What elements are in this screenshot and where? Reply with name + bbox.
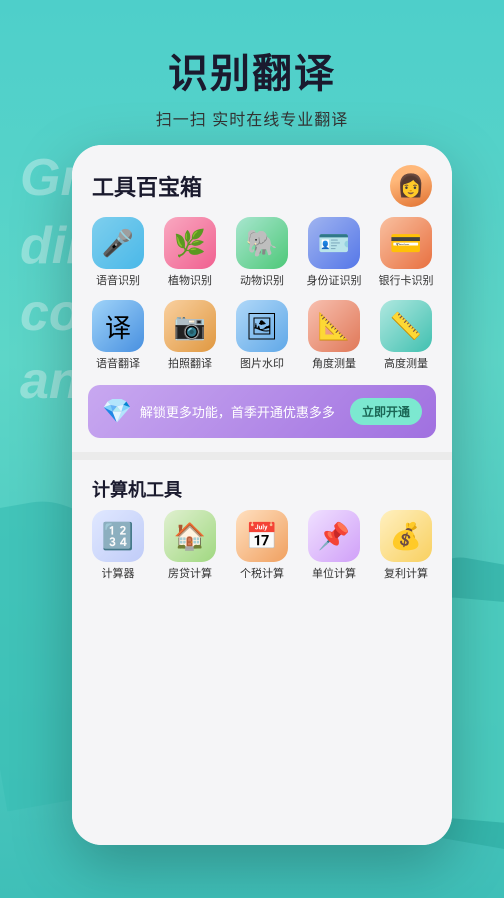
- calc-label-unit: 单位计算: [312, 568, 356, 581]
- calc-item-unit[interactable]: 📌 单位计算: [304, 510, 364, 581]
- calc-icon-unit: 📌: [308, 510, 360, 562]
- tool-icon-angle: 📐: [308, 300, 360, 352]
- tool-item-idcard[interactable]: 🪪 身份证识别: [304, 217, 364, 288]
- avatar[interactable]: 👩: [390, 165, 432, 207]
- tool-item-photo[interactable]: 📷 拍照翻译: [160, 300, 220, 371]
- calc-icon-tax: 📅: [236, 510, 288, 562]
- tool-label-bankcard: 银行卡识别: [379, 275, 434, 288]
- promo-banner[interactable]: 💎 解锁更多功能，首季开通优惠多多 立即开通: [88, 385, 436, 438]
- card-header: 工具百宝箱 👩: [72, 145, 452, 217]
- tool-item-animal[interactable]: 🐘 动物识别: [232, 217, 292, 288]
- tool-item-plant[interactable]: 🌿 植物识别: [160, 217, 220, 288]
- sub-title: 扫一扫 实时在线专业翻译: [0, 106, 504, 130]
- tool-label-photo: 拍照翻译: [168, 358, 212, 371]
- tool-icon-voice: 🎤: [92, 217, 144, 269]
- tool-item-angle[interactable]: 📐 角度测量: [304, 300, 364, 371]
- tool-icon-idcard: 🪪: [308, 217, 360, 269]
- tool-label-translate: 语音翻译: [96, 358, 140, 371]
- tool-label-angle: 角度测量: [312, 358, 356, 371]
- banner-text: 解锁更多功能，首季开通优惠多多: [140, 402, 335, 421]
- calc-item-loan[interactable]: 🏠 房贷计算: [160, 510, 220, 581]
- tool-icon-bankcard: 💳: [380, 217, 432, 269]
- card-inner: 工具百宝箱 👩 🎤 语音识别 🌿 植物识别 🐘 动物识别 🪪 身份证识别 💳 银…: [72, 145, 452, 845]
- section-divider: [72, 452, 452, 460]
- calc-icon-calc: 🔢: [92, 510, 144, 562]
- tool-icon-translate: 译: [92, 300, 144, 352]
- calc-label-compound: 复利计算: [384, 568, 428, 581]
- main-title: 识别翻译: [0, 50, 504, 98]
- card-title: 工具百宝箱: [92, 170, 202, 202]
- tools-grid: 🎤 语音识别 🌿 植物识别 🐘 动物识别 🪪 身份证识别 💳 银行卡识别 译 语…: [72, 217, 452, 371]
- tool-item-height[interactable]: 📏 高度测量: [376, 300, 436, 371]
- calc-icon-loan: 🏠: [164, 510, 216, 562]
- calc-item-compound[interactable]: 💰 复利计算: [376, 510, 436, 581]
- calc-item-calc[interactable]: 🔢 计算器: [88, 510, 148, 581]
- tool-item-voice[interactable]: 🎤 语音识别: [88, 217, 148, 288]
- banner-left: 💎 解锁更多功能，首季开通优惠多多: [102, 397, 335, 426]
- banner-button[interactable]: 立即开通: [350, 398, 422, 425]
- tool-label-voice: 语音识别: [96, 275, 140, 288]
- tool-item-translate[interactable]: 译 语音翻译: [88, 300, 148, 371]
- calc-grid: 🔢 计算器 🏠 房贷计算 📅 个税计算 📌 单位计算 💰 复利计算: [72, 510, 452, 581]
- diamond-icon: 💎: [102, 397, 132, 426]
- calc-section-header: 计算机工具: [72, 464, 452, 510]
- tool-icon-animal: 🐘: [236, 217, 288, 269]
- calc-label-loan: 房贷计算: [168, 568, 212, 581]
- calc-section-title: 计算机工具: [92, 476, 182, 502]
- tool-label-height: 高度测量: [384, 358, 428, 371]
- tool-label-animal: 动物识别: [240, 275, 284, 288]
- tool-label-idcard: 身份证识别: [307, 275, 362, 288]
- tool-label-plant: 植物识别: [168, 275, 212, 288]
- tool-icon-photo: 📷: [164, 300, 216, 352]
- calc-icon-compound: 💰: [380, 510, 432, 562]
- avatar-face: 👩: [390, 165, 432, 207]
- calc-label-tax: 个税计算: [240, 568, 284, 581]
- tool-icon-plant: 🌿: [164, 217, 216, 269]
- calc-label-calc: 计算器: [102, 568, 135, 581]
- calc-item-tax[interactable]: 📅 个税计算: [232, 510, 292, 581]
- tool-label-watermark: 图片水印: [240, 358, 284, 371]
- tool-icon-height: 📏: [380, 300, 432, 352]
- phone-card: 工具百宝箱 👩 🎤 语音识别 🌿 植物识别 🐘 动物识别 🪪 身份证识别 💳 银…: [72, 145, 452, 845]
- tool-icon-watermark: 🖼: [236, 300, 288, 352]
- top-section: 识别翻译 扫一扫 实时在线专业翻译: [0, 0, 504, 130]
- tool-item-bankcard[interactable]: 💳 银行卡识别: [376, 217, 436, 288]
- tool-item-watermark[interactable]: 🖼 图片水印: [232, 300, 292, 371]
